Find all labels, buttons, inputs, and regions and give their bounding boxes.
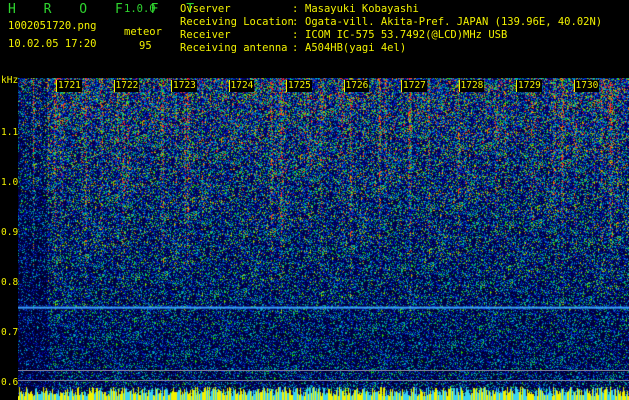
time-mark-label: 1725 — [286, 80, 312, 92]
antenna-label: Receiving antenna — [180, 42, 288, 54]
observer-value: Masayuki Kobayashi — [305, 3, 419, 15]
receiver-colon: : — [292, 29, 299, 41]
header-panel: H R O F F T 1.0.0 1002051720.png 10.02.0… — [0, 0, 629, 78]
time-mark-label: 1730 — [573, 80, 600, 92]
observer-label: Ovserver — [180, 3, 231, 15]
app-version: 1.0.0 — [124, 3, 156, 15]
app-logo: H R O F F T — [8, 2, 205, 17]
frequency-tick-label: 1.1 — [1, 126, 19, 138]
time-mark-label: 1724 — [228, 80, 255, 92]
time-mark-label: 1729 — [516, 80, 542, 92]
reference-line-lower — [18, 380, 629, 381]
frequency-tick-label: 0.8 — [1, 276, 19, 288]
reference-line-upper — [18, 370, 629, 371]
filename: 1002051720.png — [8, 20, 97, 32]
location-value: Ogata-vill. Akita-Pref. JAPAN (139.96E, … — [305, 16, 603, 28]
frequency-unit-label: kHz — [1, 75, 19, 86]
time-mark-label: 1726 — [343, 80, 370, 92]
location-colon: : — [292, 16, 299, 28]
receiver-value: ICOM IC-575 53.7492(@LCD)MHz USB — [305, 29, 508, 41]
antenna-value: A504HB(yagi 4el) — [305, 42, 407, 54]
spectrogram — [18, 78, 629, 400]
frequency-tick-label: 0.9 — [1, 226, 19, 238]
observer-colon: : — [292, 3, 299, 15]
time-mark-label: 1723 — [171, 80, 197, 92]
location-label: Receiving Location — [180, 16, 294, 28]
spectrogram-canvas — [18, 78, 629, 400]
time-mark-label: 1728 — [458, 80, 485, 92]
time-mark-label: 1721 — [56, 80, 82, 92]
antenna-colon: : — [292, 42, 299, 54]
meteor-label: meteor — [124, 26, 162, 38]
time-mark-label: 1727 — [401, 80, 427, 92]
receiver-label: Receiver — [180, 29, 231, 41]
frequency-tick-label: 1.0 — [1, 176, 19, 188]
meteor-count: 95 — [139, 40, 152, 52]
frequency-tick-label: 0.6 — [1, 376, 19, 388]
time-mark-label: 1722 — [113, 80, 140, 92]
datetime: 10.02.05 17:20 — [8, 38, 97, 50]
frequency-tick-label: 0.7 — [1, 326, 19, 338]
